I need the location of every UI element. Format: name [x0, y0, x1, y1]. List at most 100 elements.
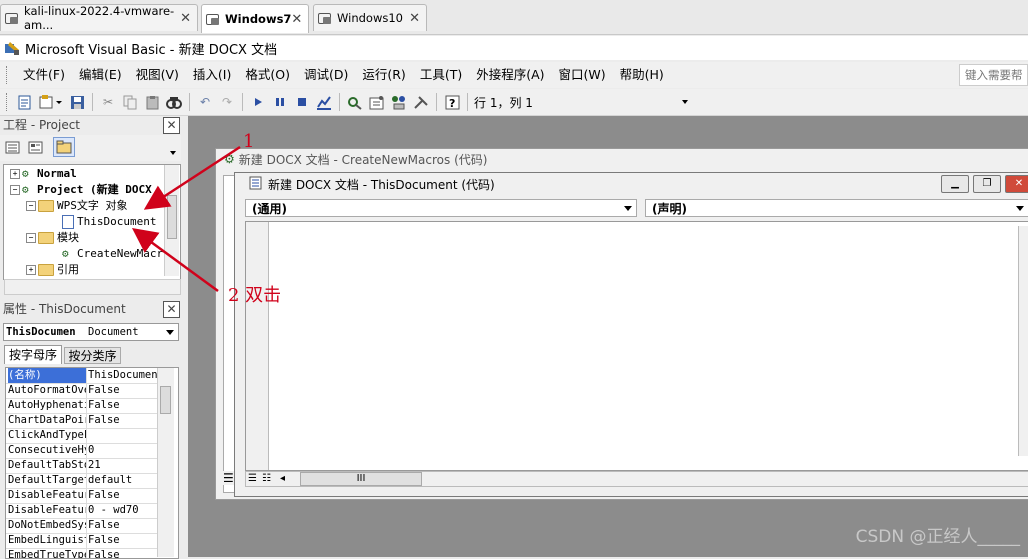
- run-icon[interactable]: [249, 93, 267, 111]
- procedure-view-icon[interactable]: ☰: [248, 472, 257, 486]
- close-icon[interactable]: ✕: [409, 11, 420, 26]
- close-icon[interactable]: ✕: [291, 12, 302, 27]
- object-browser-icon[interactable]: [390, 93, 408, 111]
- undo-icon[interactable]: ↶: [196, 93, 214, 111]
- property-value[interactable]: ThisDocument: [88, 368, 158, 383]
- object-combo[interactable]: (通用): [245, 199, 637, 217]
- scroll-thumb[interactable]: [160, 386, 171, 414]
- toolbox-icon[interactable]: [412, 93, 430, 111]
- property-value[interactable]: False: [88, 383, 158, 398]
- project-explorer-icon[interactable]: [346, 93, 364, 111]
- code-window-thisdocument[interactable]: 新建 DOCX 文档 - ThisDocument (代码) ▁ ❐ ✕ (通用…: [234, 172, 1028, 497]
- project-tree-scrollbar[interactable]: [164, 165, 179, 276]
- view-word-icon[interactable]: [16, 93, 34, 111]
- chevron-down-icon[interactable]: [166, 330, 174, 335]
- property-value[interactable]: 21: [88, 458, 158, 473]
- property-row[interactable]: ConsecutiveHy 0: [6, 443, 158, 459]
- property-row[interactable]: ChartDataPoir False: [6, 413, 158, 429]
- pause-icon[interactable]: [271, 93, 289, 111]
- property-row[interactable]: ClickAndTypeF: [6, 428, 158, 444]
- menu-format[interactable]: 格式(O): [238, 63, 297, 87]
- property-row[interactable]: (名称) ThisDocument: [6, 368, 158, 384]
- expand-icon[interactable]: +: [10, 169, 20, 179]
- view-object-icon[interactable]: [28, 140, 44, 155]
- paste-icon[interactable]: [143, 93, 161, 111]
- tree-node-wps-objects[interactable]: − WPS文字 对象: [26, 198, 128, 213]
- toolbar-options-icon[interactable]: [682, 100, 688, 104]
- collapse-icon[interactable]: −: [26, 233, 36, 243]
- tree-node-thisdocument[interactable]: ThisDocument: [62, 214, 156, 229]
- menu-tools[interactable]: 工具(T): [413, 63, 469, 87]
- toggle-folders-icon[interactable]: [53, 137, 75, 157]
- redo-icon[interactable]: ↷: [218, 93, 236, 111]
- vm-tab-windows7[interactable]: Windows7 ✕: [201, 4, 309, 33]
- code-vscrollbar[interactable]: [1018, 226, 1028, 456]
- tab-categorized[interactable]: 按分类序: [64, 347, 121, 364]
- menu-view[interactable]: 视图(V): [129, 63, 186, 87]
- scroll-thumb[interactable]: [167, 195, 177, 239]
- object-selector[interactable]: ThisDocumen Document: [3, 323, 179, 341]
- tree-node-createnewmacros[interactable]: ⚙ CreateNewMacr: [62, 246, 163, 261]
- scroll-left-icon[interactable]: ◂: [280, 472, 285, 486]
- tree-node-references[interactable]: + 引用: [26, 262, 79, 277]
- cut-icon[interactable]: ✂: [99, 93, 117, 111]
- design-mode-icon[interactable]: [315, 93, 333, 111]
- collapse-icon[interactable]: −: [26, 201, 36, 211]
- property-row[interactable]: DefaultTabSto 21: [6, 458, 158, 474]
- close-window-button[interactable]: ✕: [1005, 175, 1028, 193]
- property-value[interactable]: False: [88, 413, 158, 428]
- menu-addins[interactable]: 外接程序(A): [469, 63, 551, 87]
- property-value[interactable]: False: [88, 488, 158, 503]
- close-icon[interactable]: ✕: [163, 301, 180, 318]
- collapse-icon[interactable]: −: [10, 185, 20, 195]
- menu-insert[interactable]: 插入(I): [186, 63, 238, 87]
- help-icon[interactable]: ?: [443, 93, 461, 111]
- menu-run[interactable]: 运行(R): [355, 63, 412, 87]
- close-icon[interactable]: ✕: [163, 117, 180, 134]
- property-row[interactable]: AutoHyphenati False: [6, 398, 158, 414]
- menu-debug[interactable]: 调试(D): [297, 63, 355, 87]
- chevron-down-icon[interactable]: [170, 151, 176, 155]
- help-search-input[interactable]: 键入需要帮: [959, 64, 1028, 86]
- code-editor[interactable]: [245, 221, 1028, 471]
- view-code-icon[interactable]: [5, 140, 21, 155]
- properties-window-icon[interactable]: [368, 93, 386, 111]
- menu-file[interactable]: 文件(F): [16, 63, 72, 87]
- find-icon[interactable]: [165, 93, 183, 111]
- property-row[interactable]: AutoFormatOve False: [6, 383, 158, 399]
- restore-button[interactable]: ❐: [973, 175, 1001, 193]
- tree-node-project[interactable]: − ⚙ Project (新建 DOCX: [10, 182, 152, 197]
- close-icon[interactable]: ✕: [180, 11, 191, 26]
- minimize-button[interactable]: ▁: [941, 175, 969, 193]
- vm-tab-kali[interactable]: kali-linux-2022.4-vmware-am... ✕: [0, 4, 198, 32]
- property-value[interactable]: False: [88, 518, 158, 533]
- property-row[interactable]: EmbedTrueType False: [6, 548, 158, 558]
- property-value[interactable]: default: [88, 473, 158, 488]
- menu-window[interactable]: 窗口(W): [552, 63, 613, 87]
- tree-node-normal[interactable]: + ⚙ Normal: [10, 166, 77, 181]
- tab-alphabetic[interactable]: 按字母序: [4, 345, 62, 364]
- code-hscrollbar[interactable]: ☰ ☷ ◂ III: [245, 471, 1028, 487]
- property-row[interactable]: DefaultTarget default: [6, 473, 158, 489]
- property-value[interactable]: 0 - wd70: [88, 503, 158, 518]
- save-icon[interactable]: [68, 93, 86, 111]
- property-row[interactable]: DoNotEmbedSys False: [6, 518, 158, 534]
- properties-scrollbar[interactable]: [157, 368, 174, 557]
- project-tree-hscrollbar[interactable]: [4, 279, 181, 295]
- insert-module-icon[interactable]: [38, 93, 64, 111]
- copy-icon[interactable]: [121, 93, 139, 111]
- property-value[interactable]: False: [88, 533, 158, 548]
- property-row[interactable]: DisableFeatur False: [6, 488, 158, 504]
- property-value[interactable]: 0: [88, 443, 158, 458]
- property-value[interactable]: False: [88, 398, 158, 413]
- property-row[interactable]: EmbedLinguist False: [6, 533, 158, 549]
- scroll-thumb[interactable]: III: [300, 472, 422, 486]
- reset-icon[interactable]: [293, 93, 311, 111]
- vm-tab-windows10[interactable]: Windows10 ✕: [313, 4, 427, 31]
- menu-help[interactable]: 帮助(H): [613, 63, 671, 87]
- property-value[interactable]: False: [88, 548, 158, 558]
- expand-icon[interactable]: +: [26, 265, 36, 275]
- full-module-view-icon[interactable]: ☷: [262, 472, 271, 486]
- tree-node-modules[interactable]: − 模块: [26, 230, 79, 245]
- procedure-combo[interactable]: (声明): [645, 199, 1028, 217]
